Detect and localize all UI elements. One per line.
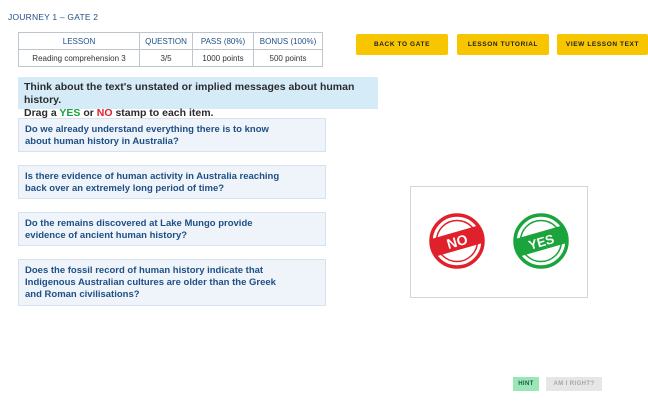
bonus-points-cell: 500 points xyxy=(253,49,323,67)
lesson-tutorial-button[interactable]: LESSON TUTORIAL xyxy=(457,34,549,55)
lesson-table-header-row: LESSON QUESTION PASS (80%) BONUS (100%) xyxy=(18,32,323,50)
no-stamp-label: NO xyxy=(445,231,470,252)
question-item-4[interactable]: Does the fossil record of human history … xyxy=(18,259,326,306)
question-text: Do the remains discovered at Lake Mungo … xyxy=(25,218,253,241)
instructions-line-1: Think about the text's unstated or impli… xyxy=(24,81,355,106)
instructions-panel: Think about the text's unstated or impli… xyxy=(18,77,378,119)
question-progress-cell: 3/5 xyxy=(139,49,193,67)
lesson-name-cell: Reading comprehension 3 xyxy=(18,49,140,67)
am-i-right-button[interactable]: AM I RIGHT? xyxy=(546,377,602,391)
question-item-3[interactable]: Do the remains discovered at Lake Mungo … xyxy=(18,212,326,246)
breadcrumb: JOURNEY 1 – GATE 2 xyxy=(8,12,99,22)
yes-stamp-label: YES xyxy=(527,231,556,253)
question-item-2[interactable]: Is there evidence of human activity in A… xyxy=(18,165,326,199)
view-lesson-text-button[interactable]: VIEW LESSON TEXT xyxy=(557,34,648,55)
hint-button[interactable]: HINT xyxy=(513,377,539,391)
back-to-gate-button[interactable]: BACK TO GATE xyxy=(356,34,448,55)
question-col-header: QUESTION xyxy=(139,32,193,50)
bonus-col-header: BONUS (100%) xyxy=(253,32,323,50)
lesson-table-row: Reading comprehension 3 3/5 1000 points … xyxy=(18,49,323,67)
no-stamp[interactable]: NO xyxy=(429,213,485,269)
pass-col-header: PASS (80%) xyxy=(192,32,254,50)
question-text: Is there evidence of human activity in A… xyxy=(25,171,280,194)
question-text: Do we already understand everything ther… xyxy=(25,124,269,147)
lesson-info-table: LESSON QUESTION PASS (80%) BONUS (100%) … xyxy=(18,32,323,67)
yes-stamp-icon: YES xyxy=(513,213,569,269)
stamp-panel: NO YES xyxy=(410,186,588,298)
pass-points-cell: 1000 points xyxy=(192,49,254,67)
no-stamp-icon: NO xyxy=(429,213,485,269)
yes-stamp[interactable]: YES xyxy=(513,213,569,269)
question-text: Does the fossil record of human history … xyxy=(25,265,276,300)
lesson-col-header: LESSON xyxy=(18,32,140,50)
question-item-1[interactable]: Do we already understand everything ther… xyxy=(18,118,326,152)
